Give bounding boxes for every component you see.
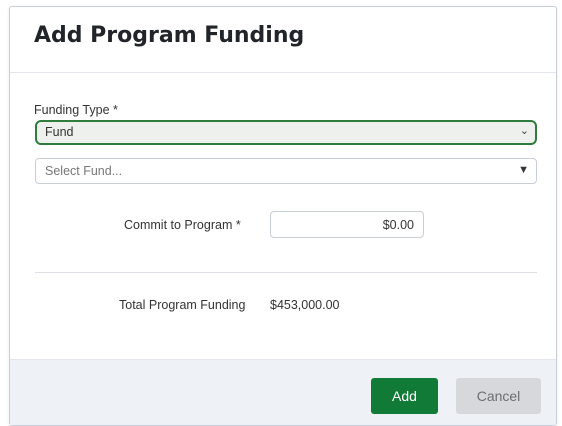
commit-to-program-input[interactable]: $0.00 <box>270 211 424 238</box>
dialog-title: Add Program Funding <box>34 23 305 48</box>
add-program-funding-dialog: Add Program Funding Funding Type * Fund … <box>9 6 557 426</box>
divider <box>35 272 537 273</box>
commit-to-program-label: Commit to Program * <box>124 218 241 232</box>
select-fund-placeholder: Select Fund... <box>45 164 123 178</box>
select-fund-dropdown[interactable]: Select Fund... ▼ <box>35 158 537 184</box>
total-program-funding-label: Total Program Funding <box>119 298 246 312</box>
add-button[interactable]: Add <box>371 378 438 414</box>
dialog-body: Funding Type * Fund ⌄ Select Fund... ▼ C… <box>10 73 556 359</box>
caret-down-icon: ▼ <box>518 164 529 176</box>
total-program-funding-value: $453,000.00 <box>270 298 340 312</box>
dialog-footer: Add Cancel <box>10 359 556 425</box>
funding-type-label: Funding Type * <box>34 103 118 117</box>
dialog-header: Add Program Funding <box>10 7 556 73</box>
chevron-down-icon: ⌄ <box>519 125 529 137</box>
funding-type-select[interactable]: Fund ⌄ <box>35 120 537 145</box>
cancel-button[interactable]: Cancel <box>456 378 541 414</box>
funding-type-value: Fund <box>45 125 74 139</box>
